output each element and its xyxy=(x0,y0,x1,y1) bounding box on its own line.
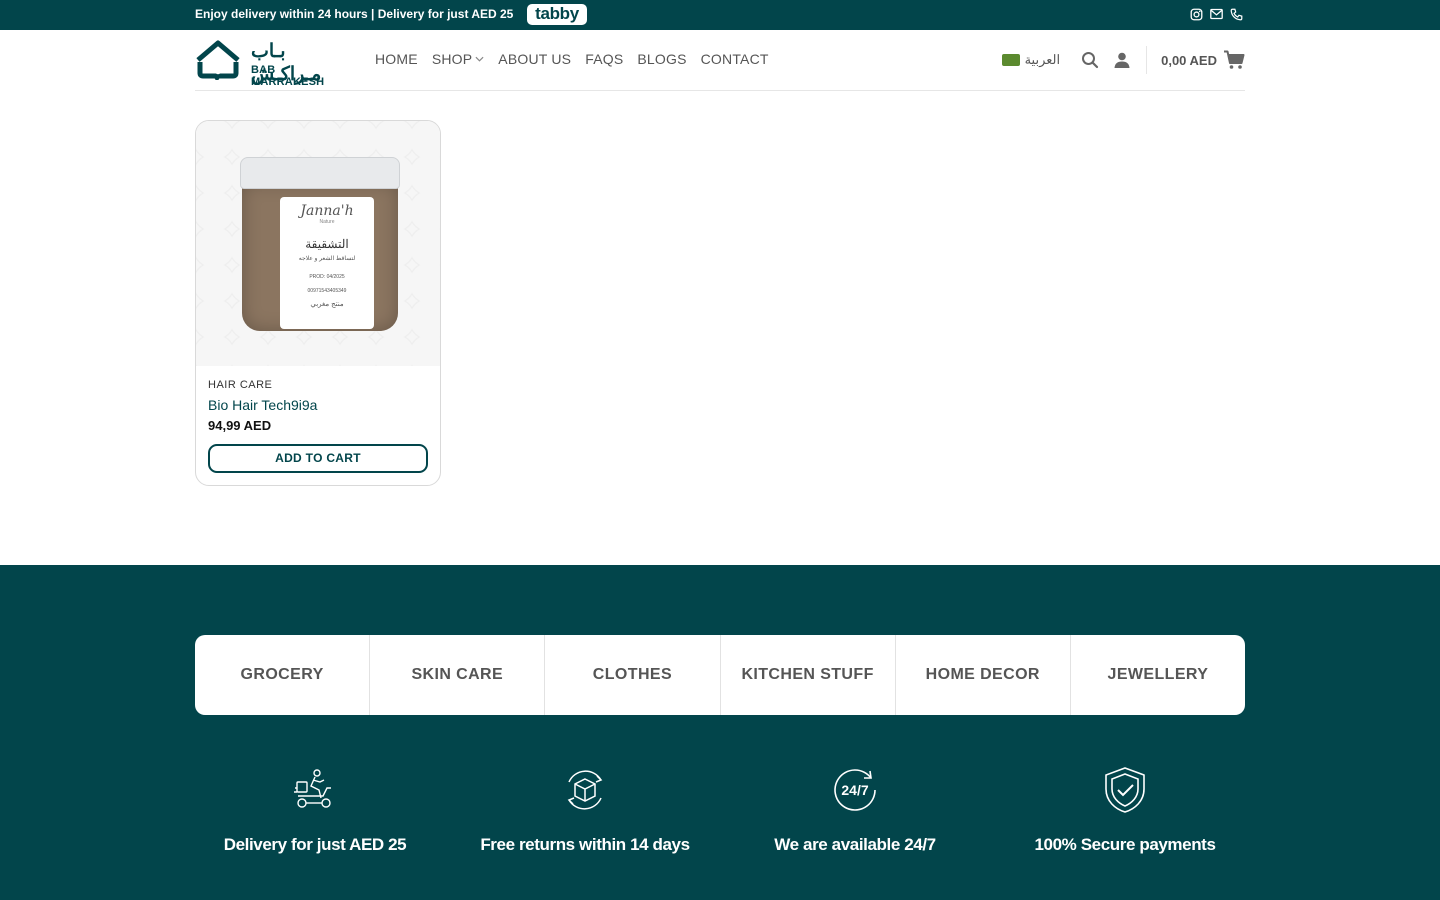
feature-returns: Free returns within 14 days xyxy=(450,765,720,855)
add-to-cart-button[interactable]: ADD TO CART xyxy=(208,444,428,473)
chevron-down-icon xyxy=(475,56,484,62)
phone-icon[interactable] xyxy=(1229,7,1243,21)
social-links xyxy=(1189,7,1243,21)
nav-blogs[interactable]: BLOGS xyxy=(637,51,686,67)
logo-english-text: BAB MARRAKESH xyxy=(251,64,325,88)
language-switcher[interactable]: العربية xyxy=(1001,52,1061,68)
site-footer: GROCERY SKIN CARE CLOTHES KITCHEN STUFF … xyxy=(0,565,1440,900)
category-skin-care[interactable]: SKIN CARE xyxy=(370,635,546,715)
jar-label: Janna'h Nature التشقيقة لتساقط الشعر و ع… xyxy=(280,197,374,329)
nav-home[interactable]: HOME xyxy=(375,51,418,67)
product-card[interactable]: Janna'h Nature التشقيقة لتساقط الشعر و ع… xyxy=(195,120,441,486)
language-label: العربية xyxy=(1024,52,1061,67)
top-announcement-bar: Enjoy delivery within 24 hours | Deliver… xyxy=(0,0,1440,30)
nav-faqs-label: FAQS xyxy=(585,51,624,67)
feature-delivery: Delivery for just AED 25 xyxy=(180,765,450,855)
product-price: 94,99 AED xyxy=(208,418,272,433)
nav-shop[interactable]: SHOP xyxy=(432,51,484,67)
site-header: بـاب مـراكـش BAB MARRAKESH HOME SHOP ABO… xyxy=(195,30,1245,91)
main-navigation: HOME SHOP ABOUT US FAQS BLOGS CONTACT xyxy=(375,51,783,67)
announcement-text: Enjoy delivery within 24 hours | Deliver… xyxy=(195,7,514,21)
tabby-logo[interactable]: tabby xyxy=(527,4,587,25)
cart-icon[interactable] xyxy=(1223,50,1245,70)
feature-secure: 100% Secure payments xyxy=(990,765,1260,855)
feature-availability: 24/7 We are available 24/7 xyxy=(720,765,990,855)
feature-returns-text: Free returns within 14 days xyxy=(480,835,690,854)
nav-home-label: HOME xyxy=(375,51,418,67)
24-7-icon: 24/7 xyxy=(830,765,880,815)
jar-origin: منتج مغربي xyxy=(310,301,344,308)
jar-brand: Janna'h xyxy=(300,203,354,219)
account-icon[interactable] xyxy=(1112,50,1132,70)
feature-secure-text: 100% Secure payments xyxy=(1034,835,1216,854)
search-icon[interactable] xyxy=(1080,50,1100,70)
site-logo[interactable]: بـاب مـراكـش BAB MARRAKESH xyxy=(195,40,350,88)
product-name[interactable]: Bio Hair Tech9i9a xyxy=(208,397,317,413)
cart-total[interactable]: 0,00 AED xyxy=(1161,53,1217,68)
nav-faqs[interactable]: FAQS xyxy=(585,51,623,67)
product-category[interactable]: HAIR CARE xyxy=(208,379,272,391)
nav-about-us-label: ABOUT US xyxy=(498,51,572,67)
header-actions: العربية 0,00 AED xyxy=(1001,46,1245,74)
secure-shield-icon xyxy=(1100,765,1150,815)
category-clothes[interactable]: CLOTHES xyxy=(545,635,721,715)
jar-prod-date: PROD: 04/2025 xyxy=(309,274,345,280)
jar-title: التشقيقة xyxy=(305,237,349,251)
header-divider xyxy=(1146,46,1148,74)
product-image[interactable]: Janna'h Nature التشقيقة لتساقط الشعر و ع… xyxy=(196,121,440,366)
category-home-decor[interactable]: HOME DECOR xyxy=(896,635,1071,715)
feature-delivery-text: Delivery for just AED 25 xyxy=(223,835,407,854)
nav-shop-label: SHOP xyxy=(431,51,473,67)
svg-text:24/7: 24/7 xyxy=(841,782,868,798)
category-jewellery[interactable]: JEWELLERY xyxy=(1071,635,1245,715)
footer-category-bar: GROCERY SKIN CARE CLOTHES KITCHEN STUFF … xyxy=(195,635,1245,715)
logo-house-icon xyxy=(196,40,240,80)
feature-availability-text: We are available 24/7 xyxy=(774,835,936,854)
jar-tagline: Nature xyxy=(319,219,335,225)
footer-features: Delivery for just AED 25 Free returns wi… xyxy=(180,765,1260,855)
product-jar-illustration: Janna'h Nature التشقيقة لتساقط الشعر و ع… xyxy=(240,157,400,333)
category-grocery[interactable]: GROCERY xyxy=(195,635,371,715)
instagram-icon[interactable] xyxy=(1189,7,1203,21)
category-kitchen-stuff[interactable]: KITCHEN STUFF xyxy=(721,635,896,715)
nav-about-us[interactable]: ABOUT US xyxy=(498,51,571,67)
flag-icon xyxy=(1001,54,1020,66)
jar-lid xyxy=(240,157,400,189)
return-box-icon xyxy=(560,765,610,815)
jar-phone: 00971543405349 xyxy=(307,288,347,294)
mail-icon[interactable] xyxy=(1209,7,1223,21)
nav-contact-label: CONTACT xyxy=(700,51,769,67)
nav-contact[interactable]: CONTACT xyxy=(701,51,769,67)
nav-blogs-label: BLOGS xyxy=(637,51,687,67)
delivery-scooter-icon xyxy=(290,765,340,815)
jar-subtitle: لتساقط الشعر و علاجه xyxy=(298,256,356,262)
